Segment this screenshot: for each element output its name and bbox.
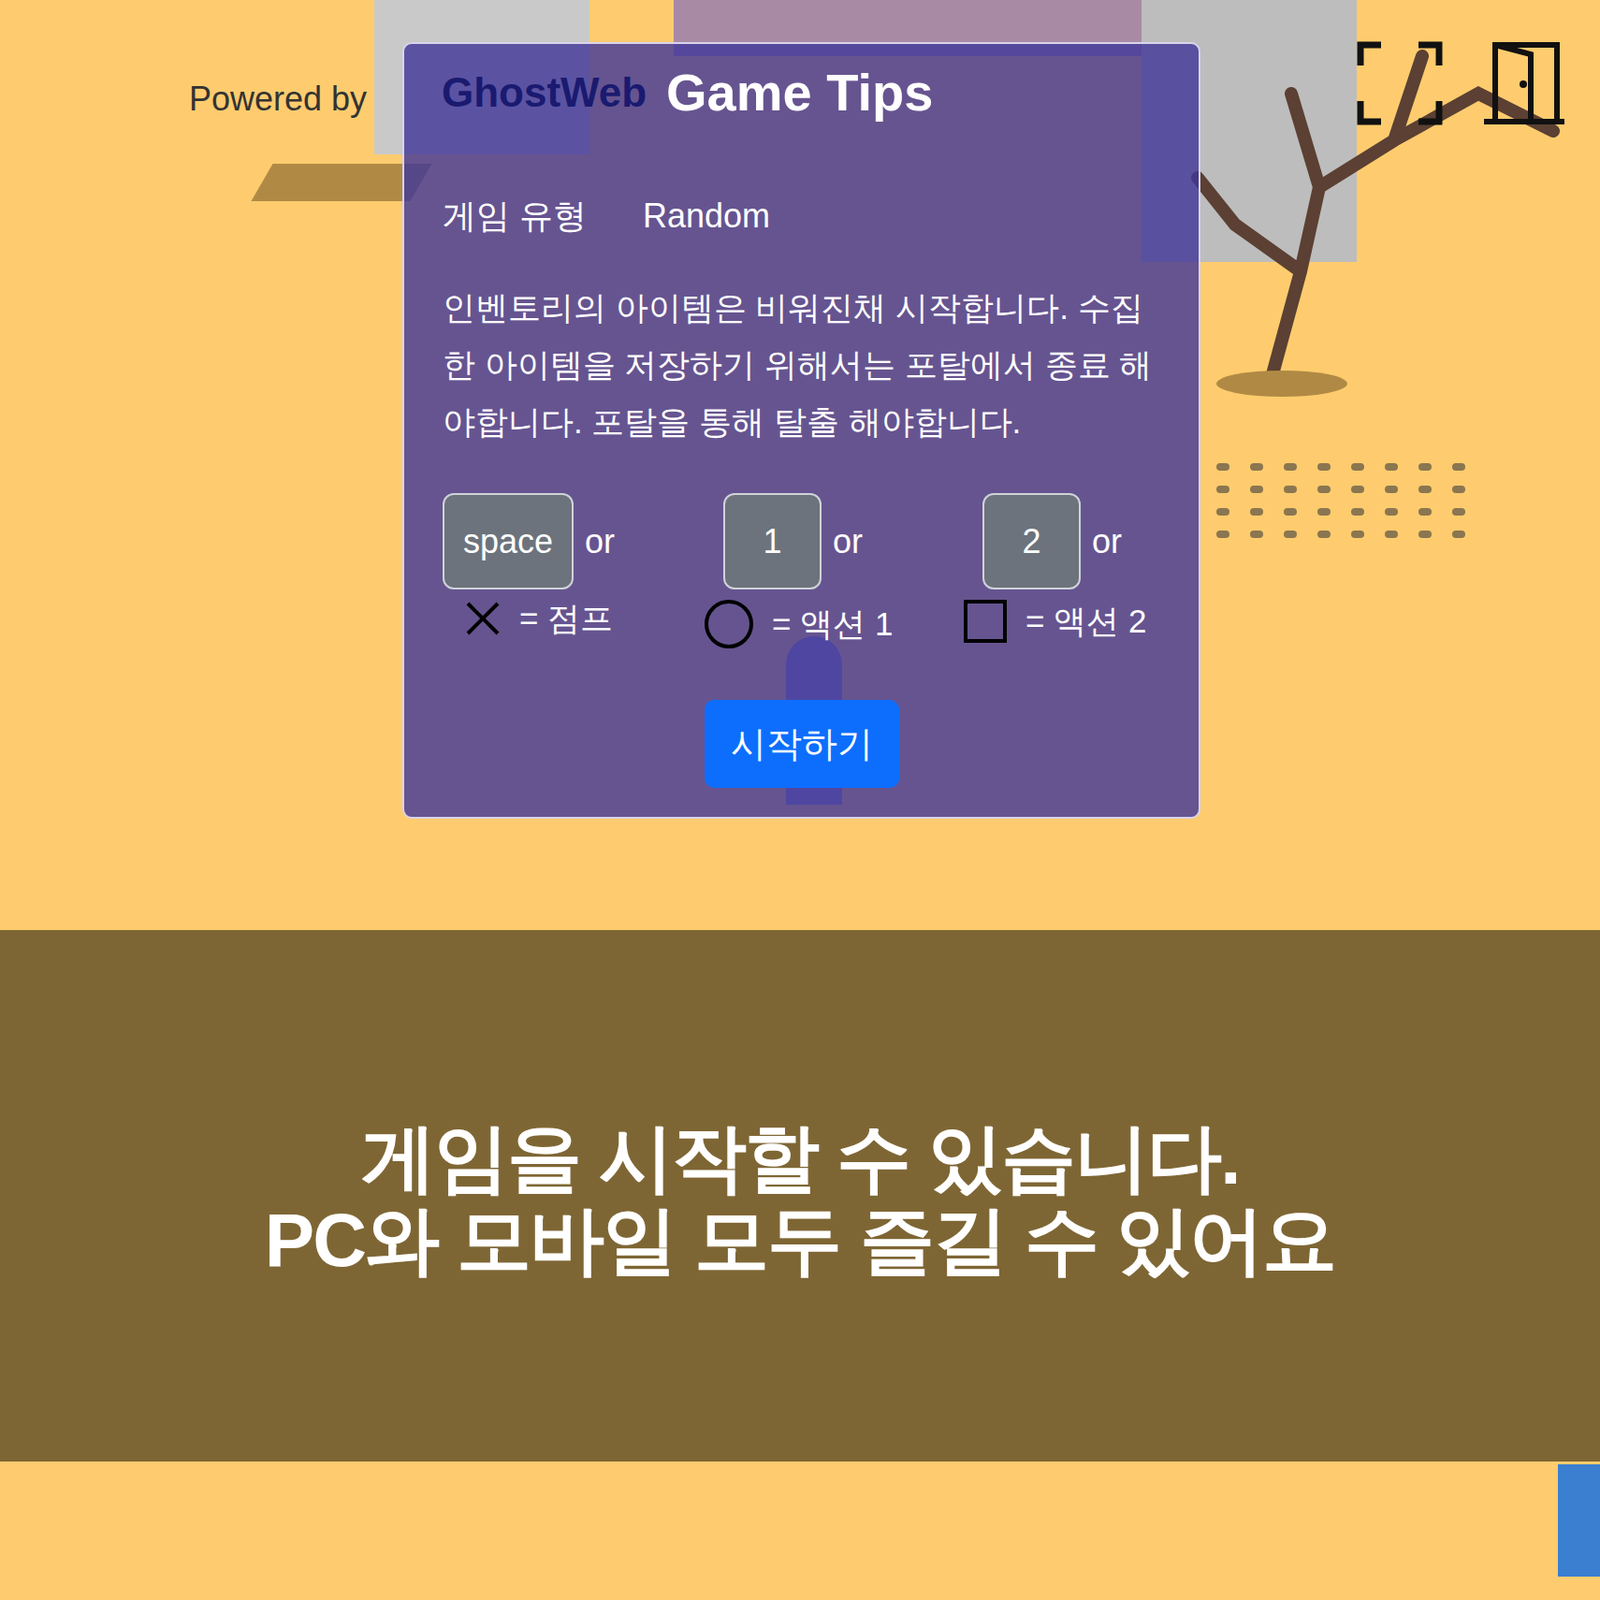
caption-band: 게임을 시작할 수 있습니다.PC와 모바일 모두 즐길 수 있어요 [0,930,1600,1462]
plant [1216,485,1230,494]
or-label: or [1091,516,1122,568]
plant [1250,530,1264,539]
plant [1384,485,1398,494]
plant [1418,485,1432,494]
caption-line: 게임을 시작할 수 있습니다. [361,1117,1240,1200]
blue-object [1557,1464,1600,1577]
controls-grid: spaceor= 점프1or= 액션 12or= 액션 2 [442,493,1161,651]
plant [1351,485,1365,494]
game-tips-dialog: GhostWebGame Tips 게임 유형 Random 인벤토리의 아이템은 비… [402,42,1201,819]
plant [1452,508,1466,516]
action-label: = 점프 [519,597,613,640]
dead-tree [1178,37,1572,431]
fullscreen-icon[interactable] [1356,41,1443,126]
plant [1418,530,1432,539]
plant [1216,530,1230,539]
plant [1452,463,1466,471]
or-label: or [832,516,863,568]
cross-button-icon [463,598,503,639]
dialog-description: 인벤토리의 아이템은 비워진채 시작합니다. 수집한 아이템을 저장하기 위해서… [442,278,1161,451]
caption-line: PC와 모바일 모두 즐길 수 있어요 [264,1199,1336,1282]
plant [1250,463,1264,471]
control-key-row: spaceor [442,493,724,590]
game-screen: 게임을 시작할 수 있습니다.PC와 모바일 모두 즐길 수 있어요 Powere… [0,0,1600,1600]
plant-field [1216,463,1466,539]
action-label: = 액션 1 [771,603,893,645]
plant [1250,485,1264,494]
plant [1317,463,1331,471]
action-label: = 액션 2 [1025,600,1147,642]
control-key-row: 2or [982,493,1161,590]
exit-door-icon[interactable] [1482,41,1567,126]
key-box[interactable]: 2 [982,493,1081,590]
plant [1283,485,1297,494]
plant [1384,530,1398,539]
plant [1384,463,1398,471]
top-right-controls [1356,41,1567,126]
dialog-header: GhostWebGame Tips [441,64,1161,121]
plant [1418,508,1432,516]
control-action-row: = 액션 2 [961,597,1161,645]
plant [1216,463,1230,471]
control-item: spaceor = 점프 [442,493,724,651]
control-item: 2or = 액션 2 [982,493,1161,651]
control-action-row: = 액션 1 [702,597,983,651]
key-box[interactable]: space [442,493,574,590]
plant [1384,508,1398,516]
plant [1452,485,1466,494]
dialog-title: Game Tips [666,64,933,121]
plant [1317,508,1331,516]
plant [1283,463,1297,471]
start-button[interactable]: 시작하기 [704,699,900,788]
plant [1250,508,1264,516]
control-item: 1or = 액션 1 [723,493,983,651]
square-button-icon [961,597,1009,645]
plant [1418,463,1432,471]
control-key-row: 1or [723,493,983,590]
powered-by: Powered by [189,78,367,120]
key-box[interactable]: 1 [723,493,822,590]
plant [1351,463,1365,471]
game-type-row: 게임 유형 Random [442,195,1161,237]
start-row: 시작하기 [442,699,1161,788]
brand-name: GhostWeb [441,64,667,121]
plant [1283,530,1297,539]
game-type-label: 게임 유형 [442,195,587,237]
plant [1452,530,1466,539]
plant [1351,508,1365,516]
control-action-row: = 점프 [442,597,724,640]
plant [1317,485,1331,494]
circle-button-icon [702,597,756,651]
plant [1317,530,1331,539]
plant [1283,508,1297,516]
plant [1216,508,1230,516]
powered-by-label: Powered by [189,78,367,120]
or-label: or [584,516,615,568]
plant [1351,530,1365,539]
game-type-value: Random [642,195,771,237]
